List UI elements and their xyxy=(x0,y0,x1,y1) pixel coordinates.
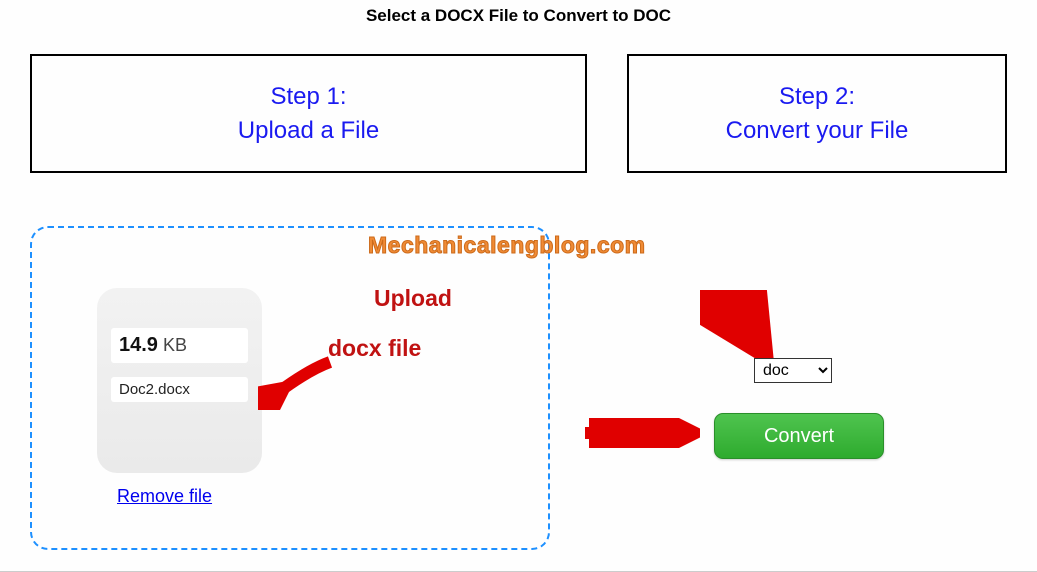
step-2-title: Step 2: xyxy=(639,80,995,114)
step-2-box: Step 2: Convert your File xyxy=(627,54,1007,173)
convert-button[interactable]: Convert xyxy=(714,413,884,459)
arrow-to-select-icon xyxy=(700,290,780,365)
file-name: Doc2.docx xyxy=(111,377,248,402)
file-size-box: 14.9 KB xyxy=(111,328,248,363)
file-size-unit: KB xyxy=(158,335,187,355)
annotation-upload-label-1: Upload xyxy=(374,285,452,312)
steps-row: Step 1: Upload a File Step 2: Convert yo… xyxy=(0,34,1037,183)
file-size-value: 14.9 xyxy=(119,334,158,356)
watermark-text: Mechanicalengblog.com xyxy=(368,232,646,259)
arrow-to-file-icon xyxy=(258,350,338,410)
annotation-upload-label-2: docx file xyxy=(328,335,421,362)
step-1-title: Step 1: xyxy=(42,80,575,114)
step-2-subtitle: Convert your File xyxy=(639,114,995,148)
uploaded-file-card: 14.9 KB Doc2.docx xyxy=(97,288,262,473)
step-1-box: Step 1: Upload a File xyxy=(30,54,587,173)
remove-file-link[interactable]: Remove file xyxy=(117,486,212,507)
step-1-subtitle: Upload a File xyxy=(42,114,575,148)
output-format-select[interactable]: doc xyxy=(754,358,832,383)
arrow-to-convert-icon xyxy=(580,418,700,448)
page-title: Select a DOCX File to Convert to DOC xyxy=(0,0,1037,34)
